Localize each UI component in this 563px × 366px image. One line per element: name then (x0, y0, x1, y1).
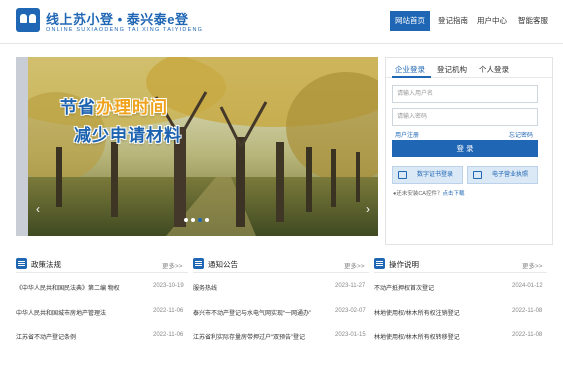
forgot-password-link[interactable]: 忘记密码 (509, 130, 533, 139)
guide-icon (374, 258, 385, 269)
e-license-login-button[interactable]: 电子营业执照 (467, 166, 538, 184)
list-item-date: 2022-11-06 (153, 308, 184, 314)
certificate-icon (398, 171, 407, 179)
slogan-part-a: 节省 (60, 98, 96, 117)
site-logo-icon[interactable] (16, 8, 40, 32)
notice-icon (193, 258, 204, 269)
nav-home[interactable]: 网站首页 (390, 11, 430, 31)
tab-enterprise-login[interactable]: 企业登录 (395, 64, 425, 75)
slogan-part-b: 办理时间 (96, 98, 168, 117)
username-input[interactable]: 请输入用户名 (392, 85, 538, 103)
license-icon (473, 171, 482, 179)
ca-note: ●还未安装CA控件？点击下载 (393, 189, 464, 197)
hero-slogan-line1: 节省办理时间 (60, 93, 168, 118)
digital-cert-label: 数字证书登录 (417, 172, 454, 178)
nav-smart-service[interactable]: 智能客服 (511, 11, 555, 31)
guide-divider (374, 272, 547, 273)
policy-icon (16, 258, 27, 269)
hero-banner[interactable]: 节省办理时间 减少申请材料 ‹ › (16, 57, 378, 236)
password-input[interactable]: 请输入密码 (392, 108, 538, 126)
list-item[interactable]: 服务热线 (193, 283, 325, 292)
list-item[interactable]: 林地使用权/林木所有权注销登记 (374, 308, 506, 317)
site-title: 线上苏小登 • 泰兴泰e登 (46, 12, 189, 27)
tab-registry-login[interactable]: 登记机构 (437, 64, 467, 75)
hero-image (16, 57, 378, 236)
active-tab-underline (392, 76, 431, 78)
list-item[interactable]: 中华人民共和国城市房地产管理法 (16, 308, 142, 317)
hero-side-strip (16, 57, 28, 236)
list-item-date: 2023-11-27 (335, 283, 366, 289)
policy-more-link[interactable]: 更多>> (162, 260, 183, 270)
register-link[interactable]: 用户注册 (395, 130, 419, 139)
chevron-right-icon[interactable]: › (366, 202, 370, 216)
notice-title: 通知公告 (208, 260, 238, 269)
login-button[interactable]: 登 录 (392, 140, 538, 157)
policy-title: 政策法规 (31, 260, 61, 269)
list-item-date: 2022-11-08 (512, 308, 543, 314)
chevron-left-icon[interactable]: ‹ (36, 202, 40, 216)
login-panel: 企业登录 登记机构 个人登录 请输入用户名 请输入密码 用户注册 忘记密码 登 … (385, 57, 553, 245)
site-subtitle: ONLINE SUXIAODENG TAI XING TAIYIDENG (46, 27, 204, 33)
carousel-dot-active[interactable] (198, 218, 202, 222)
list-item-date: 2023-02-07 (335, 308, 366, 314)
site-header: 线上苏小登 • 泰兴泰e登 ONLINE SUXIAODENG TAI XING… (0, 0, 563, 44)
tab-personal-login[interactable]: 个人登录 (479, 64, 509, 75)
digital-cert-login-button[interactable]: 数字证书登录 (392, 166, 463, 184)
list-item-date: 2024-01-12 (512, 283, 543, 289)
ca-note-text: ●还未安装CA控件？ (393, 191, 443, 197)
notice-column: 通知公告 更多>> 服务热线 2023-11-27 泰兴市不动产登记与水电气网实… (193, 258, 369, 358)
list-item[interactable]: 不动产抵押权首次登记 (374, 283, 506, 292)
carousel-dot[interactable] (205, 218, 209, 222)
list-item-date: 2022-11-08 (512, 332, 543, 338)
carousel-dot[interactable] (191, 218, 195, 222)
list-item[interactable]: 江苏省不动产登记条例 (16, 332, 142, 341)
guide-more-link[interactable]: 更多>> (522, 260, 543, 270)
list-item[interactable]: 江苏省利实际存量房带押过户“双预告”登记 (193, 332, 325, 341)
nav-guide[interactable]: 登记指南 (433, 11, 473, 31)
policy-column: 政策法规 更多>> 《中华人民共和国民法典》第二编 物权 2023-10-19 … (16, 258, 188, 358)
list-item[interactable]: 《中华人民共和国民法典》第二编 物权 (16, 283, 142, 292)
list-item-date: 2022-11-06 (153, 332, 184, 338)
notice-more-link[interactable]: 更多>> (344, 260, 365, 270)
guide-title: 操作说明 (389, 260, 419, 269)
hero-slogan-line2: 减少申请材料 (74, 126, 182, 145)
carousel-dot[interactable] (184, 218, 188, 222)
list-item[interactable]: 林地使用权/林木所有权转移登记 (374, 332, 506, 341)
nav-user-center[interactable]: 用户中心 (472, 11, 512, 31)
list-item[interactable]: 泰兴市不动产登记与水电气网实现“一网通办” (193, 308, 325, 317)
list-item-date: 2023-01-15 (335, 332, 366, 338)
guide-column: 操作说明 更多>> 不动产抵押权首次登记 2024-01-12 林地使用权/林木… (374, 258, 547, 358)
ca-download-link[interactable]: 点击下载 (442, 191, 464, 197)
notice-divider (193, 272, 369, 273)
list-item-date: 2023-10-19 (153, 283, 184, 289)
policy-divider (16, 272, 188, 273)
e-license-label: 电子营业执照 (492, 172, 529, 178)
